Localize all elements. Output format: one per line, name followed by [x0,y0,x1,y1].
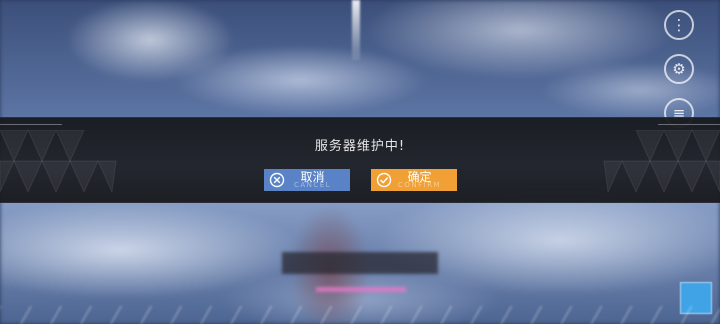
confirm-labels: 确定 CONFIRM [392,169,457,191]
confirm-sub-label: CONFIRM [397,181,442,189]
cancel-button[interactable]: 取消 CANCEL [264,169,350,191]
ground-pattern [0,306,720,324]
cancel-labels: 取消 CANCEL [285,169,350,191]
x-circle-icon [269,172,285,188]
settings-icon[interactable]: ⚙ [664,54,694,84]
blurred-status-label [282,252,438,274]
top-accent-line-right [658,124,720,125]
blurred-status-bar [316,287,406,292]
top-accent-line-left [0,124,62,125]
dialog-message: 服务器维护中! [314,139,406,154]
menu-button-icon[interactable]: ⋮ [664,10,694,40]
cancel-sub-label: CANCEL [293,181,332,189]
confirm-button[interactable]: 确定 CONFIRM [371,169,457,191]
light-pillar [352,0,360,60]
check-circle-icon [376,172,392,188]
maintenance-dialog: 服务器维护中! 取消 CANCEL 确定 CONFIRM [0,117,720,203]
